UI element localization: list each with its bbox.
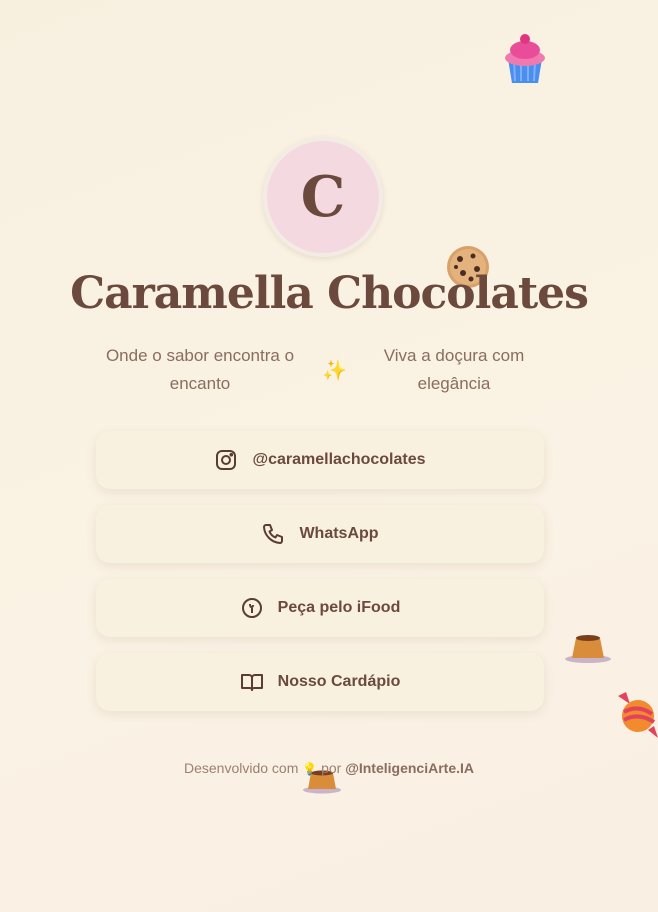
ifood-link-button[interactable]: Peça pelo iFood [96,579,544,637]
menu-link-label: Nosso Cardápio [277,673,401,690]
footer-middle: por [321,760,342,776]
page-title: Caramella Chocolates [70,268,589,319]
author-link[interactable]: @InteligenciArte.IA [345,760,474,776]
footer-prefix: Desenvolvido com [183,760,299,776]
avatar-letter: C [300,164,346,230]
phone-icon [263,524,284,544]
sparkle-icon: ✨ [322,360,347,382]
book-icon [240,674,263,691]
whatsapp-link-button[interactable]: WhatsApp [96,505,544,563]
footer: Desenvolvido com 💡 por @InteligenciArte.… [0,760,658,776]
instagram-icon [216,450,237,470]
lightbulb-icon: 💡 [302,762,318,776]
cupcake-icon [502,33,548,90]
flan-icon [564,632,612,669]
tagline-right: Viva a doçura com elegância [383,346,525,393]
candy-icon [614,690,658,745]
menu-link-button[interactable]: Nosso Cardápio [96,653,544,711]
avatar: C [263,137,383,257]
whatsapp-link-label: WhatsApp [299,525,379,542]
instagram-link-label: @caramellachocolates [252,451,426,468]
tagline-left: Onde o sabor encontra o encanto [105,346,295,393]
ifood-link-label: Peça pelo iFood [277,599,401,616]
ifood-icon [241,598,262,618]
instagram-link-button[interactable]: @caramellachocolates [96,431,544,489]
